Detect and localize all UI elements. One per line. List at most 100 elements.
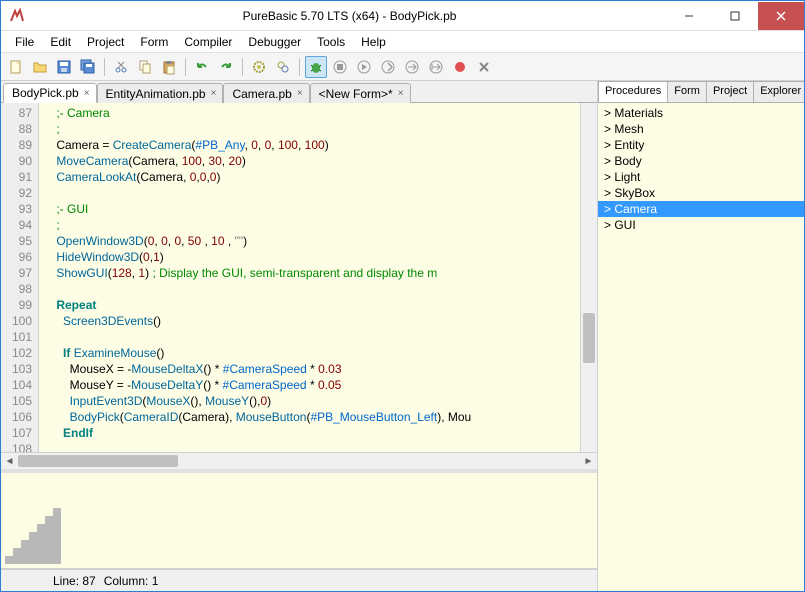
line-number: 101 (3, 329, 32, 345)
toolbar-separator (299, 58, 300, 76)
code-line[interactable]: MouseY = -MouseDeltaY() * #CameraSpeed *… (43, 377, 580, 393)
menu-edit[interactable]: Edit (42, 33, 79, 51)
line-number: 90 (3, 153, 32, 169)
scrollbar-thumb[interactable] (583, 313, 595, 363)
menu-file[interactable]: File (7, 33, 42, 51)
tab-close-icon[interactable]: × (398, 88, 404, 99)
code-line[interactable]: OpenWindow3D(0, 0, 0, 50 , 10 , "") (43, 233, 580, 249)
cut-button[interactable] (110, 56, 132, 78)
copy-button[interactable] (134, 56, 156, 78)
statusbar: Line: 87 Column: 1 (1, 569, 597, 591)
procedure-item[interactable]: > GUI (598, 217, 804, 233)
code-line[interactable]: ;- GUI (43, 201, 580, 217)
vertical-scrollbar[interactable] (580, 103, 597, 452)
close-button[interactable] (758, 2, 804, 30)
menu-compiler[interactable]: Compiler (176, 33, 240, 51)
debug-continue-button[interactable] (353, 56, 375, 78)
menu-debugger[interactable]: Debugger (240, 33, 309, 51)
procedure-item[interactable]: > Body (598, 153, 804, 169)
code-line[interactable]: CameraLookAt(Camera, 0,0,0) (43, 169, 580, 185)
procedure-item[interactable]: > Light (598, 169, 804, 185)
code-line[interactable]: ; (43, 121, 580, 137)
code-line[interactable] (43, 185, 580, 201)
line-number: 94 (3, 217, 32, 233)
code-editor[interactable]: ;- Camera ; Camera = CreateCamera(#PB_An… (39, 103, 580, 452)
file-tab[interactable]: EntityAnimation.pb× (97, 83, 224, 103)
kill-button[interactable] (473, 56, 495, 78)
toolbar-separator (104, 58, 105, 76)
save-all-button[interactable] (77, 56, 99, 78)
code-line[interactable]: ; (43, 217, 580, 233)
minimize-button[interactable] (666, 2, 712, 30)
code-line[interactable]: Repeat (43, 297, 580, 313)
breakpoint-button[interactable] (449, 56, 471, 78)
step-over-button[interactable] (377, 56, 399, 78)
output-panel[interactable] (1, 469, 597, 569)
menu-help[interactable]: Help (353, 33, 394, 51)
code-line[interactable]: MoveCamera(Camera, 100, 30, 20) (43, 153, 580, 169)
debug-stop-button[interactable] (329, 56, 351, 78)
side-tab-project[interactable]: Project (706, 81, 754, 102)
code-line[interactable] (43, 281, 580, 297)
side-tab-explorer[interactable]: Explorer (753, 81, 804, 102)
paste-button[interactable] (158, 56, 180, 78)
menu-project[interactable]: Project (79, 33, 132, 51)
file-tabstrip: BodyPick.pb×EntityAnimation.pb×Camera.pb… (1, 81, 597, 103)
line-number: 87 (3, 105, 32, 121)
undo-button[interactable] (191, 56, 213, 78)
code-line[interactable]: ShowGUI(128, 1) ; Display the GUI, semi-… (43, 265, 580, 281)
side-tabstrip: ProceduresFormProjectExplorer (598, 81, 804, 103)
toolbar-separator (185, 58, 186, 76)
procedure-item[interactable]: > Mesh (598, 121, 804, 137)
line-number: 88 (3, 121, 32, 137)
debug-run-button[interactable] (305, 56, 327, 78)
procedure-item[interactable]: > Materials (598, 105, 804, 121)
procedure-item[interactable]: > SkyBox (598, 185, 804, 201)
tab-close-icon[interactable]: × (211, 88, 217, 99)
line-number: 108 (3, 441, 32, 452)
step-into-button[interactable] (401, 56, 423, 78)
tab-label: Camera.pb (232, 87, 291, 101)
code-line[interactable]: Camera = CreateCamera(#PB_Any, 0, 0, 100… (43, 137, 580, 153)
scrollbar-thumb[interactable] (18, 455, 178, 467)
compile-button[interactable] (248, 56, 270, 78)
code-line[interactable]: ;- Camera (43, 105, 580, 121)
procedure-list[interactable]: > Materials> Mesh> Entity> Body> Light> … (598, 103, 804, 591)
code-line[interactable] (43, 441, 580, 452)
build-button[interactable] (272, 56, 294, 78)
code-line[interactable]: If ExamineMouse() (43, 345, 580, 361)
horizontal-scrollbar[interactable]: ◄ ► (1, 452, 597, 469)
code-line[interactable]: HideWindow3D(0,1) (43, 249, 580, 265)
code-line[interactable]: BodyPick(CameraID(Camera), MouseButton(#… (43, 409, 580, 425)
line-number: 98 (3, 281, 32, 297)
line-number: 102 (3, 345, 32, 361)
save-button[interactable] (53, 56, 75, 78)
tab-close-icon[interactable]: × (84, 88, 90, 99)
file-tab[interactable]: <New Form>*× (310, 83, 411, 103)
line-number: 105 (3, 393, 32, 409)
code-line[interactable]: EndIf (43, 425, 580, 441)
new-file-button[interactable] (5, 56, 27, 78)
procedure-item[interactable]: > Entity (598, 137, 804, 153)
app-icon (9, 8, 25, 24)
menu-tools[interactable]: Tools (309, 33, 353, 51)
file-tab[interactable]: BodyPick.pb× (3, 83, 97, 103)
line-number: 99 (3, 297, 32, 313)
side-tab-form[interactable]: Form (667, 81, 707, 102)
side-tab-procedures[interactable]: Procedures (598, 81, 668, 102)
scroll-left-button[interactable]: ◄ (1, 453, 18, 470)
open-file-button[interactable] (29, 56, 51, 78)
procedure-item[interactable]: > Camera (598, 201, 804, 217)
maximize-button[interactable] (712, 2, 758, 30)
redo-button[interactable] (215, 56, 237, 78)
code-line[interactable]: InputEvent3D(MouseX(), MouseY(),0) (43, 393, 580, 409)
step-out-button[interactable] (425, 56, 447, 78)
line-number: 103 (3, 361, 32, 377)
file-tab[interactable]: Camera.pb × (223, 83, 309, 103)
code-line[interactable]: MouseX = -MouseDeltaX() * #CameraSpeed *… (43, 361, 580, 377)
menu-form[interactable]: Form (132, 33, 176, 51)
code-line[interactable]: Screen3DEvents() (43, 313, 580, 329)
code-line[interactable] (43, 329, 580, 345)
scroll-right-button[interactable]: ► (580, 453, 597, 470)
tab-close-icon[interactable]: × (297, 88, 303, 99)
